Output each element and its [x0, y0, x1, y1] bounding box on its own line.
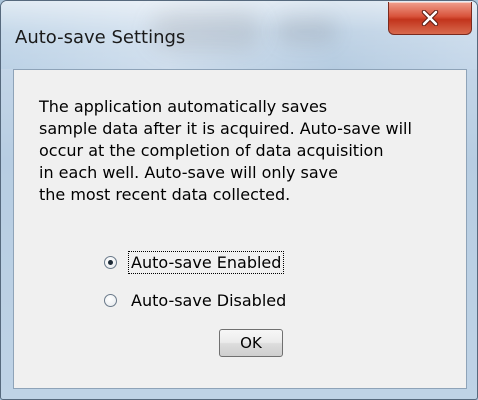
message-line: sample data after it is acquired. Auto-s… [39, 119, 412, 138]
background-blur [276, 17, 336, 45]
message-line: the most recent data collected. [39, 185, 291, 204]
message-line: in each well. Auto-save will only save [39, 163, 338, 182]
dialog-window: Auto-save Settings The application autom… [0, 0, 478, 400]
close-button[interactable] [388, 2, 472, 35]
dialog-body: The application automatically saves samp… [13, 69, 467, 389]
window-title: Auto-save Settings [15, 27, 186, 48]
radio-unchecked-icon[interactable] [104, 294, 117, 307]
auto-save-disabled-label[interactable]: Auto-save Disabled [129, 290, 288, 311]
close-x-icon [421, 10, 439, 26]
info-message: The application automatically saves samp… [39, 96, 412, 206]
auto-save-disabled-option[interactable]: Auto-save Disabled [104, 290, 288, 311]
auto-save-enabled-label[interactable]: Auto-save Enabled [127, 251, 285, 274]
message-line: The application automatically saves [39, 97, 328, 116]
auto-save-enabled-option[interactable]: Auto-save Enabled [104, 251, 285, 274]
title-bar[interactable]: Auto-save Settings [1, 1, 477, 69]
message-line: occur at the completion of data acquisit… [39, 141, 384, 160]
radio-checked-icon[interactable] [104, 256, 117, 269]
ok-button[interactable]: OK [219, 329, 283, 357]
